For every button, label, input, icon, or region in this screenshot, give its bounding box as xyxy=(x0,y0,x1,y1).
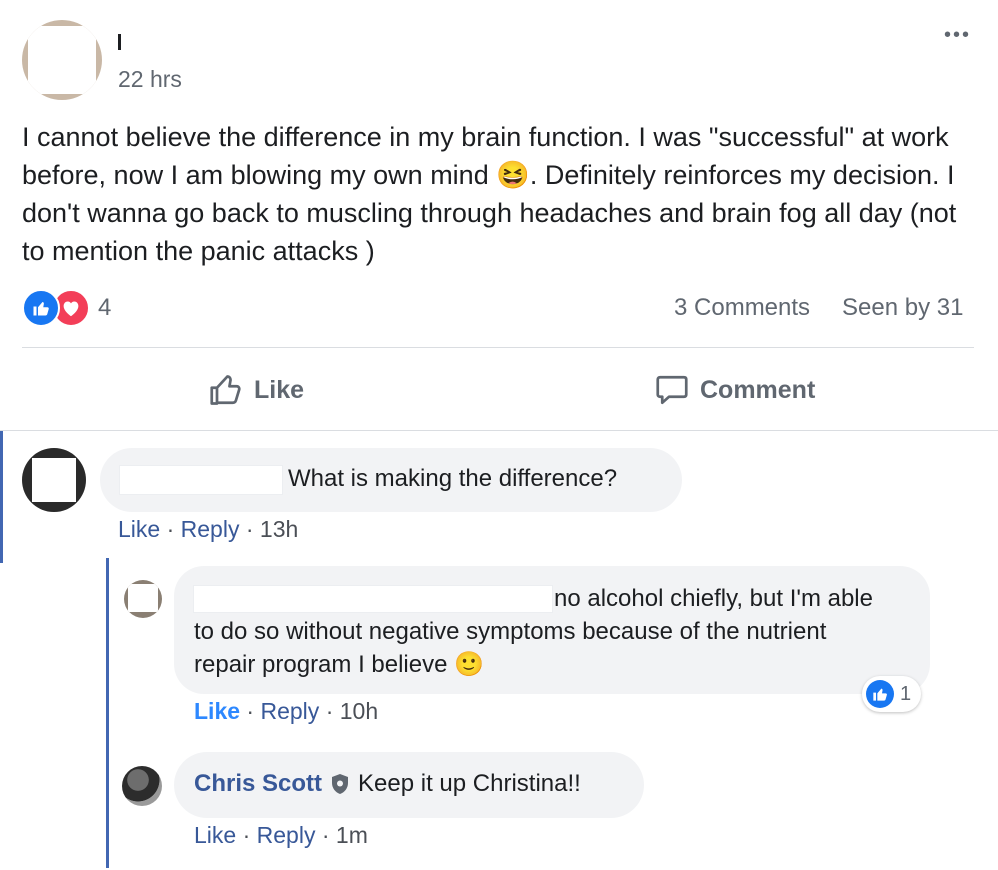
post-author-name[interactable] xyxy=(118,34,121,50)
reply-bubble: no alcohol chiefly, but I'm able to do s… xyxy=(174,566,930,694)
like-button[interactable]: Like xyxy=(208,370,304,410)
reply-timestamp[interactable]: 10h xyxy=(340,698,378,724)
post-author-avatar[interactable] xyxy=(22,20,102,100)
comment-text: What is making the difference? xyxy=(288,465,618,492)
like-reaction-icon xyxy=(22,289,60,327)
comment-reply-link[interactable]: Reply xyxy=(181,516,240,542)
chris-scott-name[interactable]: Chris Scott xyxy=(194,770,322,798)
reply-like-link-active[interactable]: Like xyxy=(194,698,240,724)
comments-count-link[interactable]: 3 Comments xyxy=(674,294,810,322)
comment-icon xyxy=(656,375,688,405)
reply-like-link[interactable]: Like xyxy=(194,822,236,848)
divider xyxy=(22,347,974,348)
like-reaction-icon xyxy=(866,680,894,708)
reply-reply-link[interactable]: Reply xyxy=(260,698,319,724)
like-button-label: Like xyxy=(254,375,305,404)
reply-timestamp[interactable]: 1m xyxy=(336,822,368,848)
commenter-avatar[interactable] xyxy=(22,448,86,512)
comment-button[interactable]: Comment xyxy=(654,370,815,410)
thread-indicator xyxy=(0,431,3,563)
reply-reaction-badge[interactable]: 1 xyxy=(862,676,922,712)
post-body-text: I cannot believe the difference in my br… xyxy=(22,122,957,266)
reaction-count[interactable]: 4 xyxy=(98,294,111,322)
more-options-icon[interactable]: ••• xyxy=(944,24,971,47)
reply-bubble: Chris Scott Keep it up Christina!! xyxy=(174,752,644,818)
thumbs-up-icon xyxy=(210,375,241,405)
reply-text: no alcohol chiefly, but I'm able to do s… xyxy=(194,585,873,678)
divider xyxy=(0,430,998,431)
reply-actions: Like · Reply · 10h xyxy=(194,698,379,724)
reply-text: Keep it up Christina!! xyxy=(358,770,581,797)
commenter-name[interactable] xyxy=(120,466,282,494)
reply-actions: Like · Reply · 1m xyxy=(194,822,368,848)
post-timestamp[interactable]: 22 hrs xyxy=(118,66,182,93)
reply-reply-link[interactable]: Reply xyxy=(257,822,316,848)
comment-bubble: What is making the difference? xyxy=(100,448,682,512)
admin-shield-icon xyxy=(332,774,349,794)
comment-like-link[interactable]: Like xyxy=(118,516,160,542)
seen-by-count[interactable]: Seen by 31 xyxy=(842,294,963,322)
comment-actions: Like · Reply · 13h xyxy=(118,516,299,542)
chris-scott-avatar[interactable] xyxy=(122,766,162,806)
reply-author-avatar[interactable] xyxy=(124,580,162,618)
comment-timestamp[interactable]: 13h xyxy=(260,516,298,542)
reply-thread-indicator xyxy=(106,558,109,868)
reactions-summary[interactable]: 4 xyxy=(22,289,111,327)
reply-reaction-count: 1 xyxy=(900,682,912,705)
comment-button-label: Comment xyxy=(700,375,816,404)
